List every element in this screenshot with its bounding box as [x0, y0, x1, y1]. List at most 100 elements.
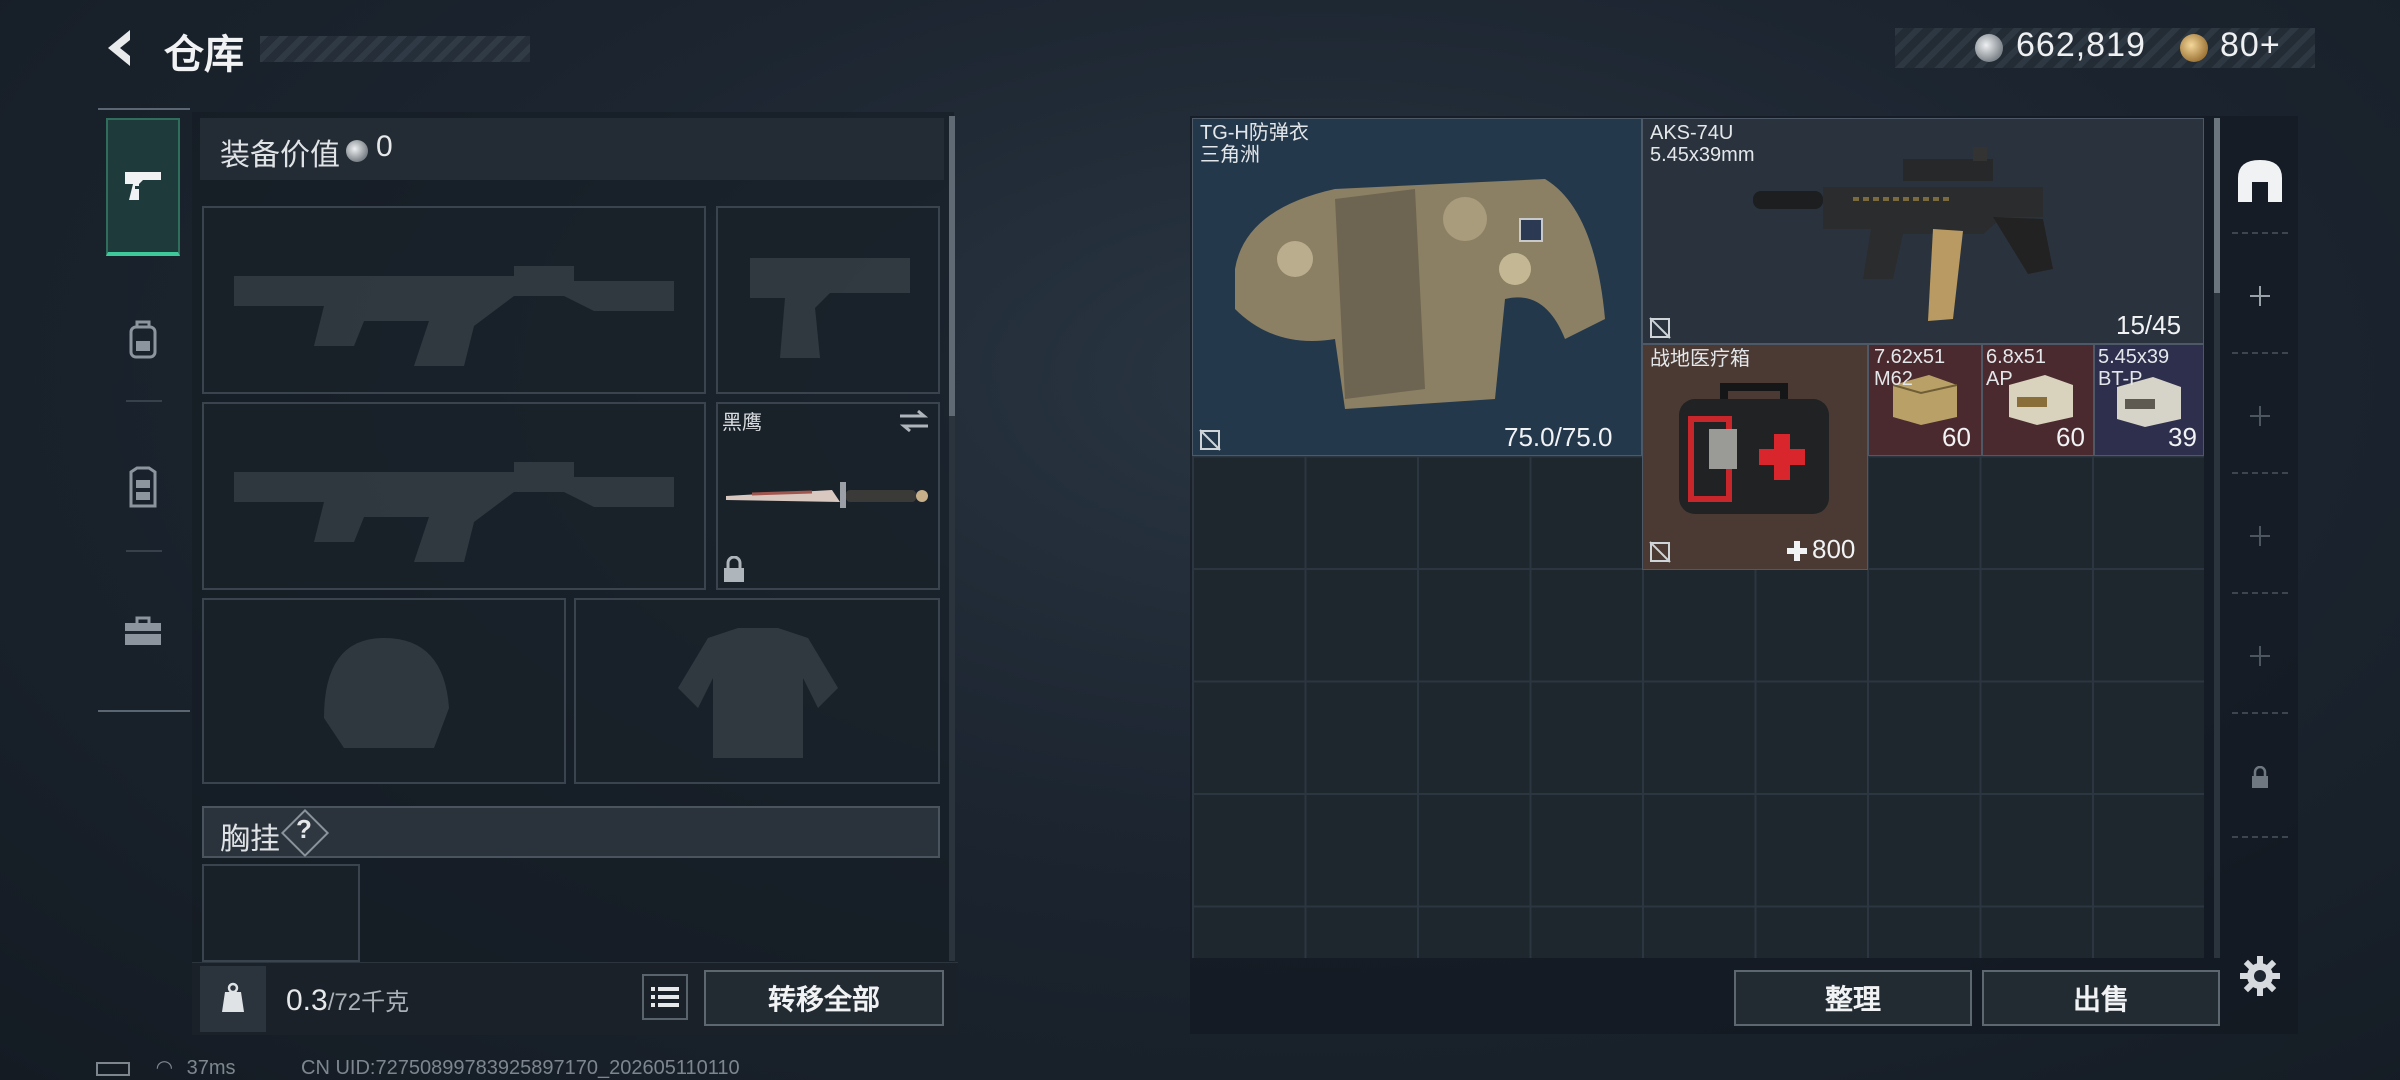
no-insure-icon — [1649, 541, 1671, 563]
primary-weapon-slot-2[interactable] — [202, 402, 706, 590]
equipment-value-label: 装备价值 — [220, 139, 340, 172]
safe-box-icon — [2238, 160, 2282, 202]
melee-slot-label: 黑鹰 — [722, 412, 762, 434]
carry-weight: 0.3/72千克 — [286, 982, 409, 1018]
item-name: 战地医疗箱 — [1650, 348, 1750, 370]
sell-button[interactable]: 出售 — [1982, 970, 2220, 1026]
item-subname: AP — [1986, 368, 2013, 390]
gold-token-icon — [2180, 34, 2208, 62]
silver-coin-icon — [346, 140, 368, 162]
plus-icon — [2250, 526, 2270, 546]
status-bar: ◠ 37ms CN UID:72750899783925897170_20260… — [96, 1055, 740, 1080]
plus-icon — [2250, 406, 2270, 426]
weight-kg-icon — [222, 982, 244, 1012]
item-name: 7.62x51 — [1874, 346, 1946, 368]
silver-coin-icon — [1975, 34, 2003, 62]
equipment-value: 0 — [376, 130, 393, 163]
side-separator — [2232, 592, 2288, 596]
body-armor-slot[interactable] — [574, 598, 940, 784]
chest-rig-slot[interactable] — [202, 864, 360, 962]
side-separator — [2232, 712, 2288, 716]
plus-icon — [2250, 286, 2270, 306]
plus-icon — [2250, 646, 2270, 666]
item-subname: 三角洲 — [1200, 144, 1260, 166]
rail-top-line — [98, 108, 190, 110]
backpack-icon — [129, 320, 157, 359]
heal-points: 800 — [1812, 534, 1856, 564]
secondary-weapon-slot[interactable] — [716, 206, 940, 394]
tab-weapons[interactable] — [106, 118, 180, 256]
primary-weapon-slot-1[interactable] — [202, 206, 706, 394]
medkit-image — [1679, 383, 1829, 514]
heal-plus-icon — [1787, 541, 1807, 561]
carry-weight-capacity: /72千克 — [327, 989, 410, 1016]
item-name: AKS-74U — [1650, 122, 1734, 144]
battery-icon — [96, 1061, 130, 1076]
carry-weight-current: 0.3 — [286, 984, 328, 1017]
side-separator — [2232, 352, 2288, 356]
side-separator — [2232, 836, 2288, 840]
item-name: 6.8x51 — [1986, 346, 2047, 368]
add-stash-page-button[interactable] — [2232, 508, 2288, 564]
toolbox-icon — [125, 616, 161, 645]
add-stash-page-button[interactable] — [2232, 388, 2288, 444]
back-arrow-icon[interactable] — [96, 24, 144, 72]
add-stash-page-button[interactable] — [2232, 628, 2288, 684]
ammo-count: 15/45 — [2116, 310, 2182, 340]
rifle-image — [1753, 147, 2053, 321]
settings-gear-icon — [2240, 956, 2280, 996]
knife-item-icon[interactable] — [722, 470, 932, 520]
player-uid: CN UID:72750899783925897170_202605110110 — [301, 1057, 740, 1079]
settings-button[interactable] — [2232, 948, 2288, 1004]
locked-stash-page[interactable] — [2232, 750, 2288, 806]
rail-separator — [126, 400, 162, 402]
coin-balance[interactable]: 662,819 — [2016, 26, 2146, 65]
no-insure-icon — [1199, 429, 1221, 451]
ammo-stack-count: 60 — [1942, 422, 1971, 452]
safe-box-tab[interactable] — [2232, 152, 2288, 208]
list-icon — [651, 987, 679, 1007]
title-decoration — [260, 36, 530, 62]
helmet-silhouette-icon — [324, 638, 449, 748]
lock-icon — [2252, 766, 2268, 788]
item-subname: BT-P — [2098, 368, 2143, 390]
item-subname: 5.45x39mm — [1650, 144, 1755, 166]
page-title: 仓库 — [164, 33, 244, 77]
pistol-icon — [125, 172, 161, 200]
ammo-stack-count: 60 — [2056, 422, 2085, 452]
token-balance[interactable]: 80+ — [2220, 26, 2281, 65]
no-insure-icon — [1649, 317, 1671, 339]
side-separator — [2232, 232, 2288, 236]
ammo-stack-count: 39 — [2168, 422, 2197, 452]
ping-value: 37ms — [186, 1057, 236, 1079]
tab-vest[interactable] — [106, 418, 180, 556]
pistol-silhouette-icon — [750, 258, 910, 358]
stash-scroll-thumb[interactable] — [2214, 118, 2220, 293]
add-stash-page-button[interactable] — [2232, 268, 2288, 324]
help-icon[interactable]: ? — [294, 814, 314, 845]
list-view-button[interactable] — [642, 974, 688, 1020]
stash-item-armor[interactable] — [1192, 118, 1642, 456]
rail-bottom-line — [98, 710, 190, 712]
tab-toolbox[interactable] — [106, 562, 180, 700]
rifle-silhouette-icon — [234, 266, 674, 366]
lock-icon — [724, 556, 744, 582]
wifi-icon: ◠ — [155, 1057, 174, 1079]
item-subname: M62 — [1874, 368, 1913, 390]
weight-button[interactable] — [200, 966, 266, 1032]
armor-vest-image — [1235, 179, 1605, 409]
armor-silhouette-icon — [678, 628, 838, 758]
helmet-slot[interactable] — [202, 598, 566, 784]
swap-icon[interactable] — [898, 408, 930, 434]
item-name: TG-H防弹衣 — [1200, 122, 1309, 144]
organize-button[interactable]: 整理 — [1734, 970, 1972, 1026]
vest-icon — [129, 466, 157, 508]
transfer-all-button[interactable]: 转移全部 — [704, 970, 944, 1026]
rifle-silhouette-icon — [234, 462, 674, 562]
item-name: 5.45x39 — [2098, 346, 2170, 368]
side-separator — [2232, 472, 2288, 476]
tab-backpack[interactable] — [106, 270, 180, 408]
loadout-scroll-thumb[interactable] — [949, 116, 955, 416]
armor-durability: 75.0/75.0 — [1504, 422, 1613, 452]
ammo-box-image — [2009, 375, 2073, 425]
